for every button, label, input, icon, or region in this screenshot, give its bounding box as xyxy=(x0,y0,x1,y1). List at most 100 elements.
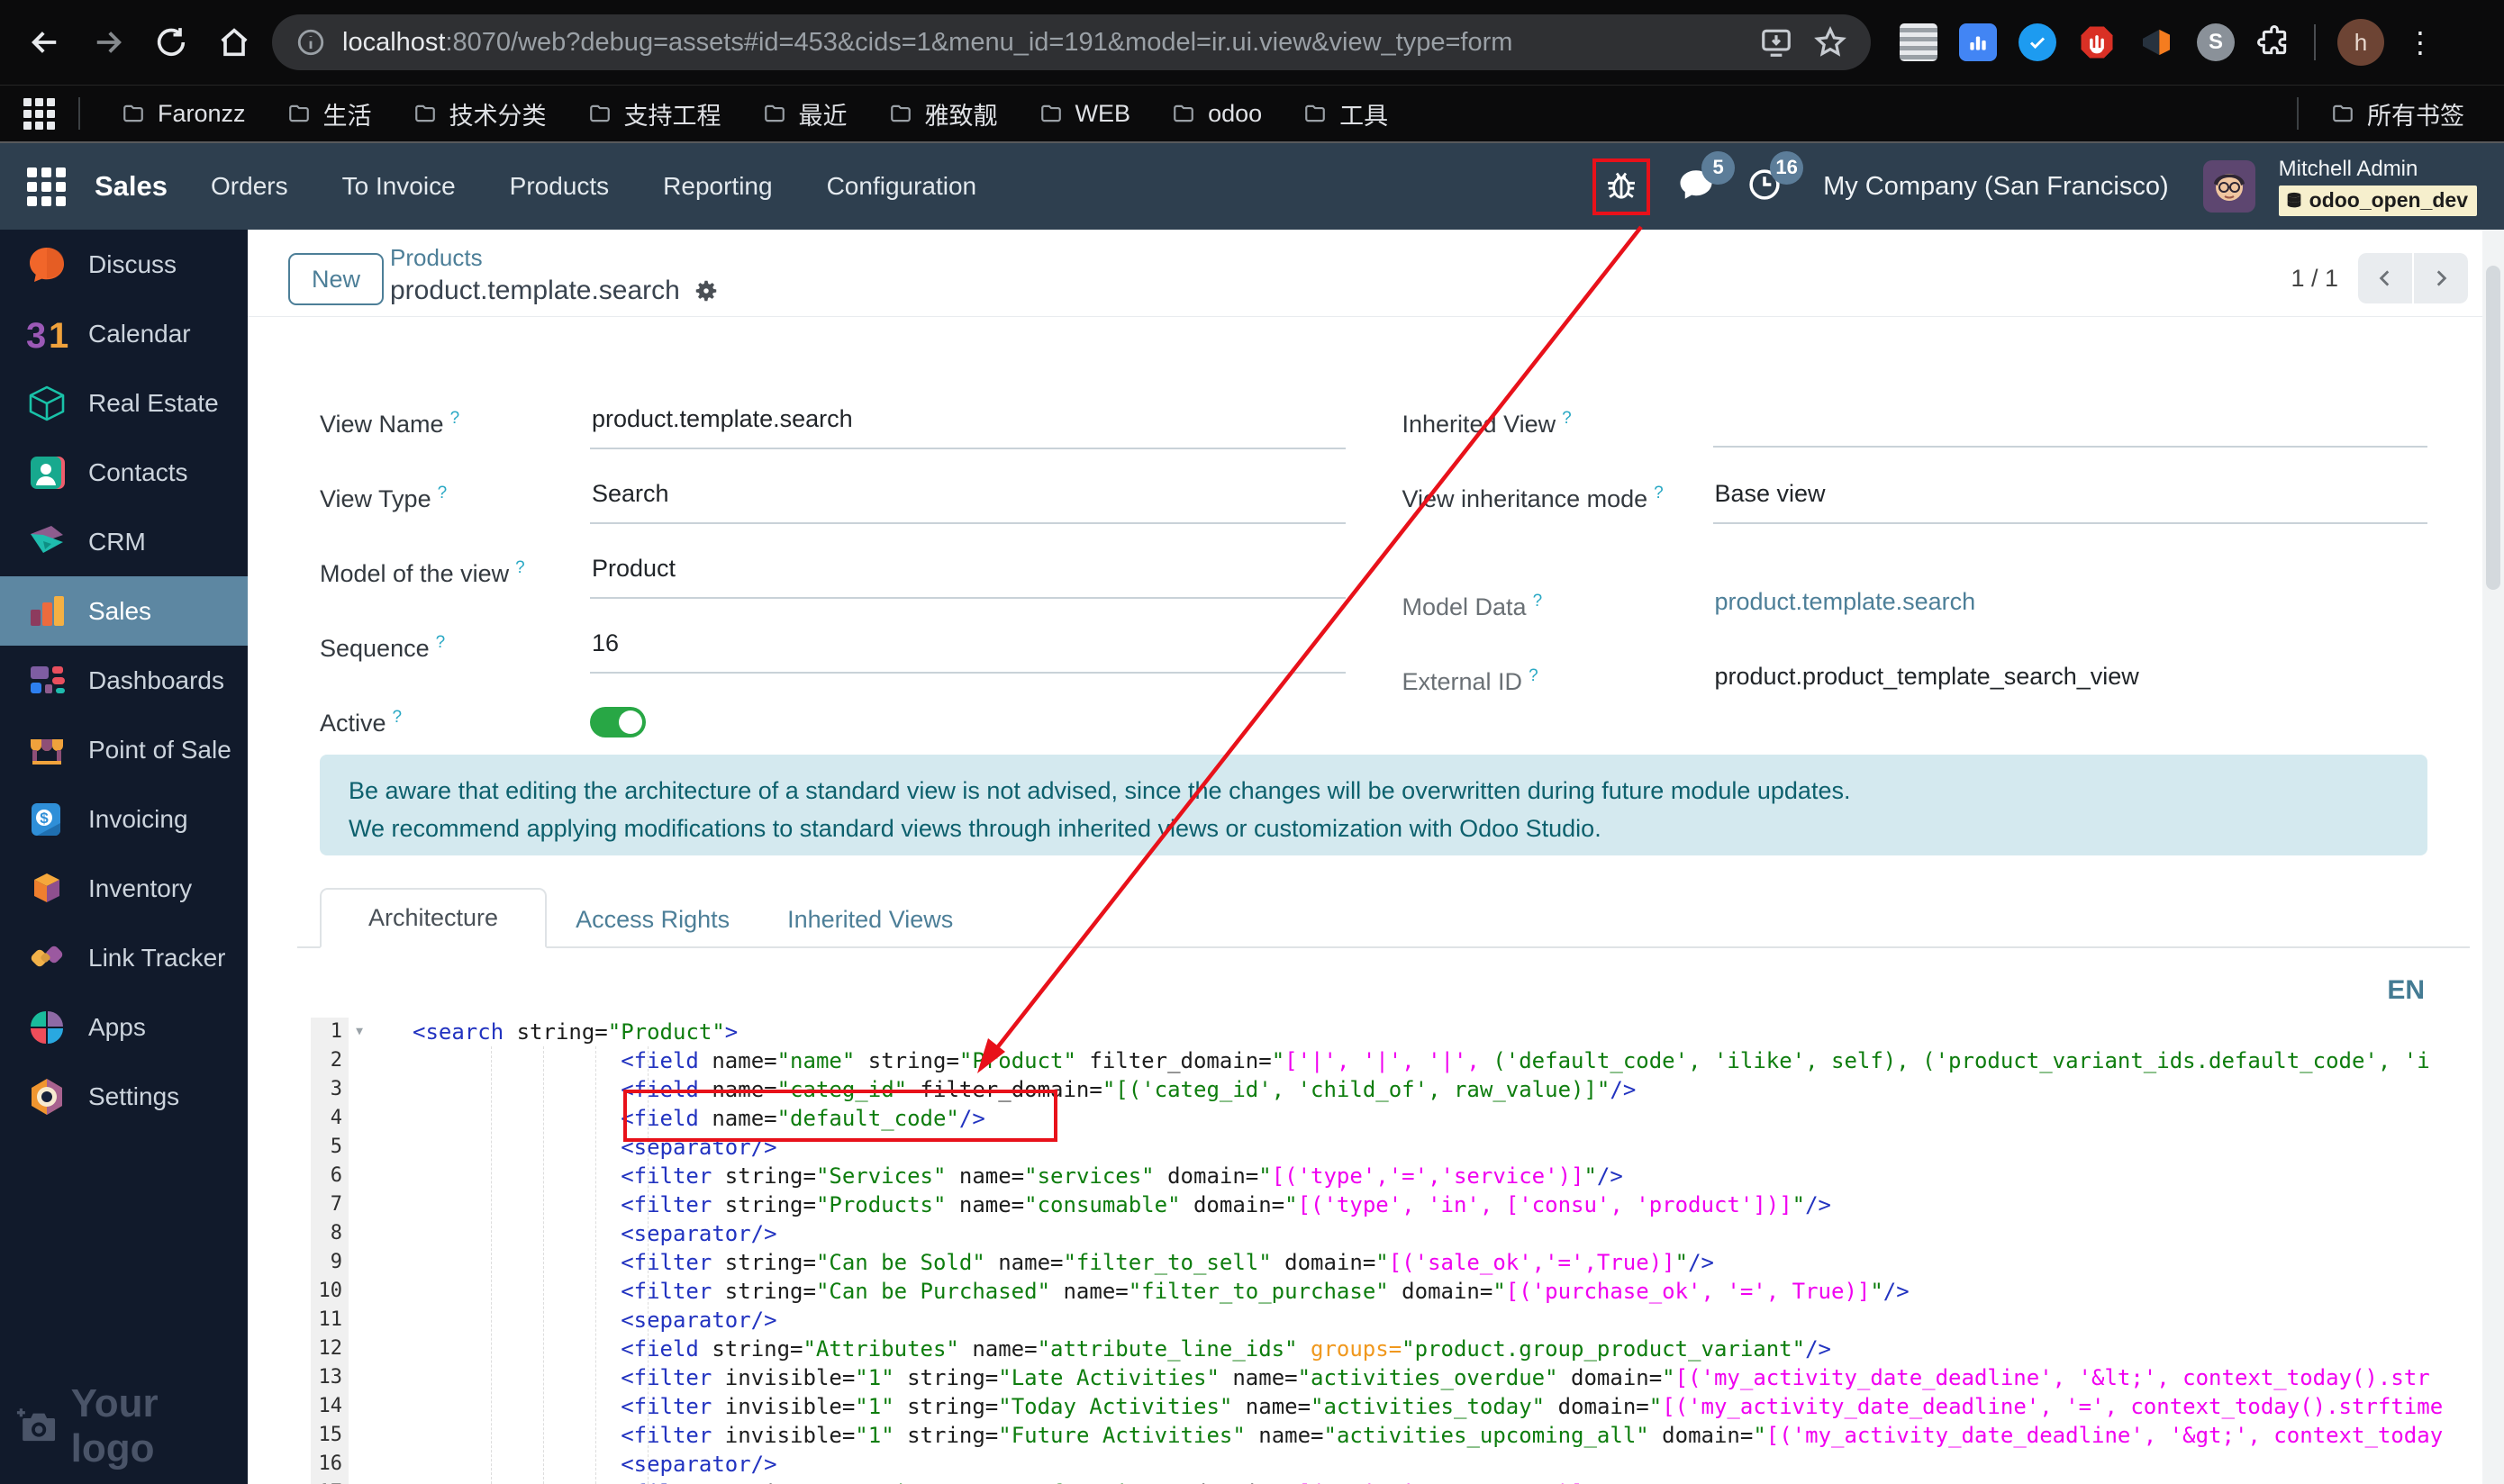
field-input[interactable]: 16 xyxy=(590,625,1346,674)
help-marker: ? xyxy=(392,708,403,727)
bookmark-star-icon[interactable] xyxy=(1813,25,1847,59)
folder-icon xyxy=(1040,104,1061,122)
menu-to-invoice[interactable]: To Invoice xyxy=(339,165,459,208)
sidebar-item-crm[interactable]: CRM xyxy=(0,507,248,576)
bookmarks-list: Faronzz 生活 技术分类 支持工程 最近 雅致靓 WEB odoo 工具 xyxy=(104,91,1404,137)
tab-access-rights[interactable]: Access Rights xyxy=(547,891,758,948)
realestate-icon xyxy=(29,385,65,421)
line-number: 8 xyxy=(330,1222,342,1244)
sidebar-item-link-tracker[interactable]: Link Tracker xyxy=(0,923,248,992)
extension-check-icon[interactable] xyxy=(2019,23,2056,61)
extension-s-icon[interactable]: S xyxy=(2197,23,2235,61)
field-control: Base view xyxy=(1712,475,2427,524)
menu-reporting[interactable]: Reporting xyxy=(659,165,776,208)
extensions-puzzle-icon[interactable] xyxy=(2256,24,2292,60)
browser-profile-avatar[interactable]: h xyxy=(2337,19,2384,66)
invoicing-icon: $ xyxy=(32,802,60,836)
settings-icon xyxy=(32,1078,62,1115)
scrollbar[interactable] xyxy=(2482,230,2504,1484)
tab-inherited-views[interactable]: Inherited Views xyxy=(758,891,982,948)
scrollbar-thumb[interactable] xyxy=(2486,266,2500,590)
current-app-name[interactable]: Sales xyxy=(95,170,168,203)
sidebar-item-inventory[interactable]: Inventory xyxy=(0,854,248,923)
bookmark-folder[interactable]: 生活 xyxy=(269,91,388,137)
pager-next-button[interactable] xyxy=(2414,253,2468,303)
menu-orders[interactable]: Orders xyxy=(207,165,292,208)
code-line: <field name="name" string="Product" filt… xyxy=(621,1048,2430,1073)
address-bar[interactable]: localhost:8070/web?debug=assets#id=453&c… xyxy=(272,14,1871,70)
field-input[interactable]: product.template.search xyxy=(590,401,1346,449)
sidebar-item-dashboards[interactable]: Dashboards xyxy=(0,646,248,715)
chevron-left-icon xyxy=(2379,270,2390,286)
activities-button[interactable]: 16 xyxy=(1742,150,1804,212)
menu-products[interactable]: Products xyxy=(506,165,613,208)
apps-grid-icon[interactable] xyxy=(23,97,55,130)
browser-home-button[interactable] xyxy=(209,17,259,68)
field-input[interactable]: Search xyxy=(590,475,1346,524)
help-marker: ? xyxy=(1529,666,1538,685)
bookmark-folder[interactable]: WEB xyxy=(1021,91,1148,137)
sidebar-item-contacts[interactable]: Contacts xyxy=(0,438,248,507)
sidebar-item-discuss[interactable]: Discuss xyxy=(0,230,248,299)
sidebar-item-invoicing[interactable]: $ Invoicing xyxy=(0,784,248,854)
bookmark-folder[interactable]: 雅致靓 xyxy=(871,91,1014,137)
breadcrumb-parent-link[interactable]: Products xyxy=(390,244,720,272)
field-input[interactable]: Product xyxy=(590,550,1346,599)
sidebar-logo[interactable]: Your logo xyxy=(16,1381,248,1471)
active-toggle[interactable] xyxy=(590,707,646,737)
indent-guide xyxy=(543,1046,544,1484)
user-avatar[interactable] xyxy=(2202,160,2255,213)
extension-megaphone-icon[interactable] xyxy=(2137,23,2175,61)
browser-menu-button[interactable]: ⋮ xyxy=(2406,25,2435,59)
sidebar-item-label: Link Tracker xyxy=(88,943,226,972)
messages-count-badge: 5 xyxy=(1701,150,1736,185)
bookmark-folder[interactable]: 工具 xyxy=(1285,91,1404,137)
sidebar-item-apps[interactable]: Apps xyxy=(0,992,248,1062)
browser-back-button[interactable] xyxy=(20,17,70,68)
actions-gear-icon[interactable] xyxy=(693,277,720,304)
field-input[interactable]: Base view xyxy=(1712,475,2427,524)
field-row-view-inheritance-mode: View inheritance mode? Base view xyxy=(1402,475,2427,584)
browser-forward-button[interactable] xyxy=(83,17,133,68)
bookmark-folder[interactable]: 技术分类 xyxy=(395,91,563,137)
line-number: 16 xyxy=(318,1452,343,1475)
field-label: View inheritance mode? xyxy=(1402,484,1664,512)
sidebar-item-real-estate[interactable]: Real Estate xyxy=(0,368,248,438)
debug-bug-icon[interactable] xyxy=(1603,167,1639,203)
sidebar-item-calendar[interactable]: 3 1 Calendar xyxy=(0,299,248,368)
bookmark-folder[interactable]: 支持工程 xyxy=(570,91,738,137)
bookmark-folder[interactable]: 最近 xyxy=(745,91,864,137)
field-link[interactable]: product.template.search xyxy=(1713,584,1978,620)
architecture-code-editor[interactable]: 1▼ 2 3 4 5 6 7 8 9 10 11 12 13 14 15 16 17 <search strin… xyxy=(311,1018,2472,1484)
field-label: External ID? xyxy=(1402,666,1538,695)
field-input[interactable] xyxy=(1712,401,2427,448)
pager-previous-button[interactable] xyxy=(2358,253,2412,303)
messages-button[interactable]: 5 xyxy=(1674,150,1736,212)
code-line: <filter string="Favorites" name="favorit… xyxy=(413,1479,2472,1484)
activities-count-badge: 16 xyxy=(1770,150,1804,185)
sidebar-item-sales[interactable]: Sales xyxy=(0,576,248,646)
sidebar-item-settings[interactable]: Settings xyxy=(0,1062,248,1131)
all-bookmarks-folder[interactable]: 所有书签 xyxy=(2313,91,2481,137)
menu-configuration[interactable]: Configuration xyxy=(823,165,981,208)
field-row-inherited-view: Inherited View? xyxy=(1402,401,2427,475)
code-line: <filter invisible="1" string="Today Acti… xyxy=(621,1394,2444,1419)
bookmark-folder[interactable]: odoo xyxy=(1154,91,1278,137)
sidebar-item-label: CRM xyxy=(88,527,146,556)
extension-blocker-icon[interactable] xyxy=(2078,23,2116,61)
install-app-icon[interactable] xyxy=(1759,25,1793,59)
user-menu[interactable]: Mitchell Admin odoo_open_dev xyxy=(2278,157,2477,216)
company-switcher[interactable]: My Company (San Francisco) xyxy=(1823,172,2169,202)
tab-architecture[interactable]: Architecture xyxy=(320,888,548,948)
apps-waffle-icon[interactable] xyxy=(27,167,66,206)
extension-analytics-icon[interactable] xyxy=(1959,23,1997,61)
sidebar-item-label: Inventory xyxy=(88,873,193,902)
extension-stripes-icon[interactable] xyxy=(1900,23,1937,61)
language-badge[interactable]: EN xyxy=(2387,975,2425,1006)
browser-reload-button[interactable] xyxy=(146,17,196,68)
field-control xyxy=(590,700,1346,737)
sidebar-item-point-of-sale[interactable]: Point of Sale xyxy=(0,715,248,784)
bookmark-folder[interactable]: Faronzz xyxy=(104,91,262,137)
folder-icon xyxy=(764,104,785,122)
new-button[interactable]: New xyxy=(288,253,385,305)
